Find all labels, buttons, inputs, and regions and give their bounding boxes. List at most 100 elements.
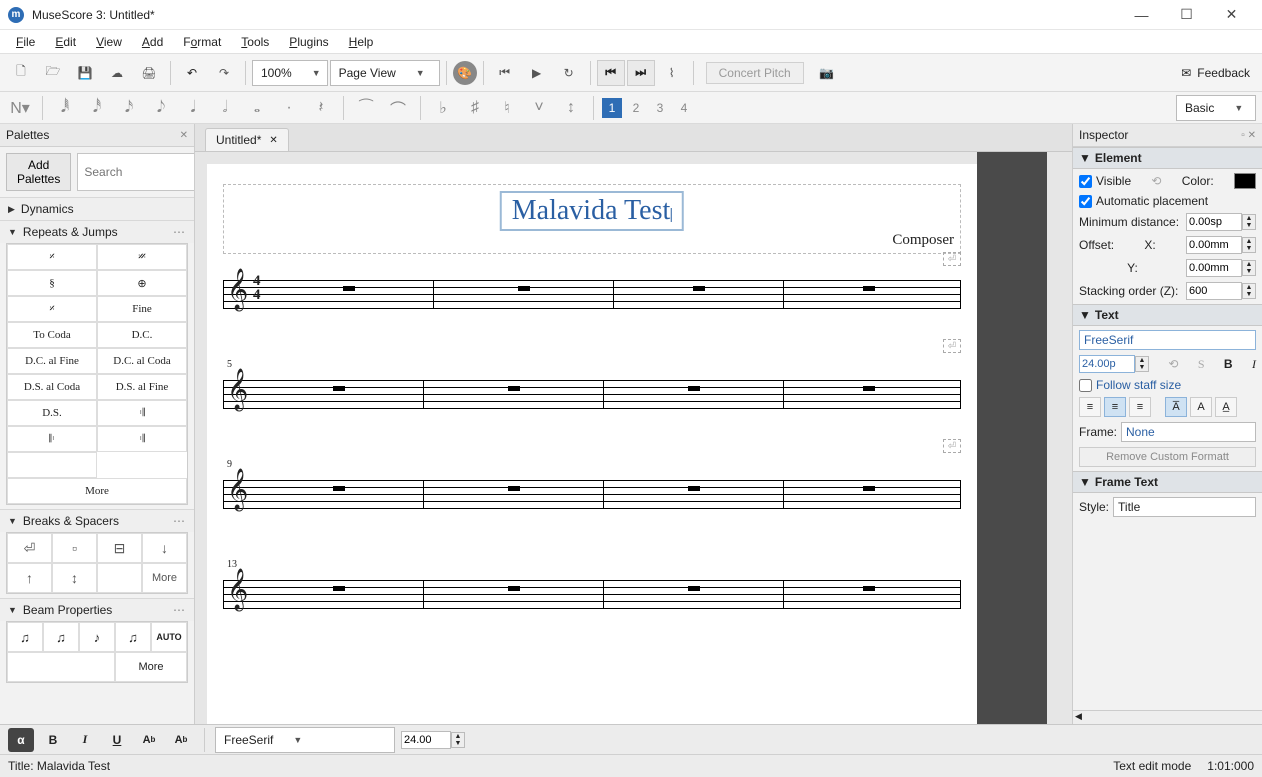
more-icon[interactable]: ⋯ — [173, 603, 186, 617]
break-cell[interactable]: ⊟ — [97, 533, 142, 563]
repeat-cell[interactable]: D.C. al Coda — [97, 348, 187, 374]
close-button[interactable]: ✕ — [1209, 0, 1254, 30]
subscript-button[interactable]: Ab — [136, 728, 162, 752]
style-combo[interactable]: Title — [1113, 497, 1256, 517]
beam-cell[interactable]: AUTO — [151, 622, 187, 652]
close-icon[interactable]: ✕ — [180, 130, 188, 141]
valign-mid-icon[interactable]: A — [1190, 397, 1212, 417]
scroll-h[interactable]: ◀ — [1073, 710, 1262, 724]
print-icon[interactable]: 🖨 — [134, 59, 164, 87]
footer-size-input[interactable] — [401, 731, 451, 749]
staff-system[interactable]: 𝄞 — [223, 472, 961, 514]
break-cell[interactable]: ↓ — [142, 533, 187, 563]
text-section-head[interactable]: ▼Text — [1073, 304, 1262, 326]
flat-icon[interactable]: ♭ — [429, 95, 457, 121]
metronome-icon[interactable]: ⌇ — [657, 59, 687, 87]
flip-icon[interactable]: ↕ — [557, 95, 585, 121]
break-cell[interactable] — [97, 563, 142, 593]
natural-icon[interactable]: ♮ — [493, 95, 521, 121]
beam-cell[interactable]: ♪ — [79, 622, 115, 652]
maximize-button[interactable]: ☐ — [1164, 0, 1209, 30]
marcato-icon[interactable]: ˅ — [525, 95, 553, 121]
menu-view[interactable]: View — [86, 33, 132, 51]
more-icon[interactable]: ⋯ — [173, 514, 186, 528]
menu-help[interactable]: Help — [339, 33, 384, 51]
title-text-box[interactable]: Malavida Test — [500, 191, 684, 231]
more-icon[interactable]: ⋯ — [173, 225, 186, 239]
frame-combo[interactable]: None — [1121, 422, 1256, 442]
repeat-cell[interactable]: Fine — [97, 296, 187, 322]
menu-add[interactable]: Add — [132, 33, 173, 51]
beam-more[interactable]: More — [115, 652, 187, 682]
staff-system[interactable]: 𝄞 — [223, 572, 961, 614]
stacking-input[interactable] — [1186, 282, 1242, 300]
element-section-head[interactable]: ▼Element — [1073, 147, 1262, 169]
menu-edit[interactable]: Edit — [45, 33, 86, 51]
break-cell[interactable]: ↕ — [52, 563, 97, 593]
align-left-icon[interactable]: ≡ — [1079, 397, 1101, 417]
repeat-cell[interactable]: 𝄇 — [97, 426, 187, 452]
slur-icon[interactable]: ⌒ — [384, 95, 412, 121]
close-tab-icon[interactable]: ✕ — [269, 135, 277, 146]
workspace-combo[interactable]: Basic▼ — [1176, 95, 1256, 121]
beam-cell[interactable]: ♫ — [7, 622, 43, 652]
frame-text-section-head[interactable]: ▼Frame Text — [1073, 471, 1262, 493]
save-icon[interactable]: 💾 — [70, 59, 100, 87]
footer-font-combo[interactable]: FreeSerif▼ — [215, 727, 395, 753]
italic-button[interactable]: I — [72, 728, 98, 752]
reset-icon[interactable]: ⟲ — [1168, 357, 1178, 371]
note-2-icon[interactable]: 𝅗𝅥 — [211, 95, 239, 121]
voice-4-button[interactable]: 4 — [674, 98, 694, 118]
rewind-icon[interactable]: ⏮ — [490, 59, 520, 87]
minimize-button[interactable]: — — [1119, 0, 1164, 30]
menu-plugins[interactable]: Plugins — [279, 33, 338, 51]
alpha-icon[interactable]: α — [8, 728, 34, 752]
beam-cell[interactable]: ♫ — [43, 622, 79, 652]
add-palettes-button[interactable]: Add Palettes — [6, 153, 71, 191]
rest-icon[interactable]: 𝄽 — [307, 95, 335, 121]
tie-icon[interactable]: ⁀ — [352, 95, 380, 121]
loop-icon[interactable]: ↻ — [554, 59, 584, 87]
repeat-cell[interactable]: ⊕ — [97, 270, 187, 296]
camera-icon[interactable]: 📷 — [812, 59, 842, 87]
auto-placement-checkbox[interactable]: Automatic placement — [1079, 194, 1256, 208]
open-file-icon[interactable]: 🗁 — [38, 59, 68, 87]
repeat-cell[interactable]: D.S. — [7, 400, 97, 426]
note-16-icon[interactable]: 𝅘𝅥𝅯 — [115, 95, 143, 121]
dot-icon[interactable]: · — [275, 95, 303, 121]
menu-file[interactable]: File — [6, 33, 45, 51]
play-icon[interactable]: ▶ — [522, 59, 552, 87]
sharp-icon[interactable]: ♯ — [461, 95, 489, 121]
underline-button[interactable]: U — [104, 728, 130, 752]
valign-bot-icon[interactable]: A̲ — [1215, 397, 1237, 417]
offset-x-input[interactable] — [1186, 236, 1242, 254]
repeat-cell[interactable]: D.C. — [97, 322, 187, 348]
repeat-cell[interactable]: 𝄎 — [7, 244, 97, 270]
zoom-combo[interactable]: 100%▼ — [252, 60, 328, 86]
voice-3-button[interactable]: 3 — [650, 98, 670, 118]
break-cell[interactable]: ⏎ — [7, 533, 52, 563]
new-file-icon[interactable]: 🗋 — [6, 59, 36, 87]
dynamics-section[interactable]: ▶Dynamics — [0, 197, 194, 220]
repeat-cell[interactable]: D.S. al Fine — [97, 374, 187, 400]
composer-text[interactable]: Composer — [892, 232, 954, 249]
view-mode-combo[interactable]: Page View▼ — [330, 60, 440, 86]
follow-staff-checkbox[interactable]: Follow staff size — [1079, 378, 1256, 392]
breaks-more[interactable]: More — [142, 563, 187, 593]
note-whole-icon[interactable]: 𝅝 — [243, 95, 271, 121]
visible-checkbox[interactable]: Visible — [1079, 174, 1131, 188]
repeat-cell[interactable]: § — [7, 270, 97, 296]
menu-tools[interactable]: Tools — [231, 33, 279, 51]
note-64-icon[interactable]: 𝅘𝅥𝅱 — [51, 95, 79, 121]
break-cell[interactable]: ↑ — [7, 563, 52, 593]
offset-y-input[interactable] — [1186, 259, 1242, 277]
repeat-cell[interactable]: 𝄎 — [7, 296, 97, 322]
repeat-cell[interactable]: To Coda — [7, 322, 97, 348]
align-right-icon[interactable]: ≡ — [1129, 397, 1151, 417]
palette-search-input[interactable] — [77, 153, 195, 191]
bold-button[interactable]: B — [40, 728, 66, 752]
loop-start-icon[interactable]: ⏮ — [597, 60, 625, 86]
staff-system[interactable]: 𝄞 44 — [223, 272, 961, 314]
document-tab[interactable]: Untitled* ✕ — [205, 128, 289, 151]
undock-icon[interactable]: ▫ ✕ — [1241, 130, 1256, 141]
